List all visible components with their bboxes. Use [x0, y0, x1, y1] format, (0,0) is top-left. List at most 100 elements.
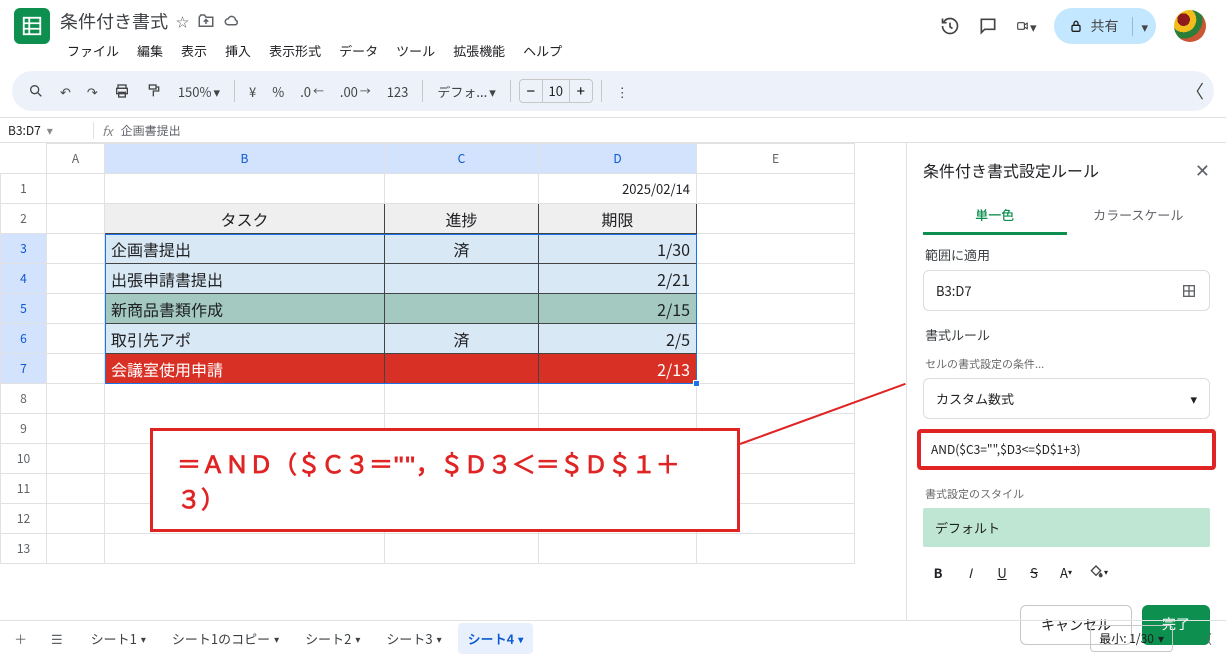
- menu-file[interactable]: ファイル: [60, 38, 126, 63]
- cell-empty[interactable]: [47, 384, 105, 414]
- increase-decimal-icon[interactable]: .00→: [334, 78, 377, 105]
- cell-D1[interactable]: 2025/02/14: [539, 174, 697, 204]
- row-9[interactable]: 9: [1, 414, 47, 444]
- search-icon[interactable]: [22, 79, 50, 103]
- cell-A1[interactable]: [47, 174, 105, 204]
- cell-E2[interactable]: [697, 204, 855, 234]
- cell-B5[interactable]: 新商品書類作成: [105, 294, 385, 324]
- share-button[interactable]: 共有 ▾: [1054, 8, 1156, 44]
- cell-empty[interactable]: [47, 414, 105, 444]
- cell-empty[interactable]: [697, 534, 855, 564]
- cell-C1[interactable]: [385, 174, 539, 204]
- font-select[interactable]: デフォ... ▾: [431, 78, 501, 105]
- sheet-tab-0[interactable]: シート1▾: [81, 623, 156, 654]
- redo-icon[interactable]: ↷: [81, 78, 104, 105]
- sheet-tab-3[interactable]: シート3▾: [376, 623, 451, 654]
- font-size-value[interactable]: 10: [542, 80, 570, 102]
- comment-icon[interactable]: [978, 16, 998, 36]
- row-6[interactable]: 6: [1, 324, 47, 354]
- cell-D5[interactable]: 2/15: [539, 294, 697, 324]
- cell-empty[interactable]: [385, 384, 539, 414]
- menu-view[interactable]: 表示: [174, 38, 214, 63]
- share-dropdown[interactable]: ▾: [1132, 17, 1156, 36]
- sheet-tab-4[interactable]: シート4▾: [458, 623, 534, 654]
- cell-empty[interactable]: [47, 504, 105, 534]
- cell-A5[interactable]: [47, 294, 105, 324]
- cell-B3[interactable]: 企画書提出: [105, 234, 385, 264]
- cell-A2[interactable]: [47, 204, 105, 234]
- all-sheets-icon[interactable]: ☰: [45, 625, 69, 652]
- cloud-icon[interactable]: [223, 12, 241, 30]
- cell-E3[interactable]: [697, 234, 855, 264]
- cell-A6[interactable]: [47, 324, 105, 354]
- tab-single-color[interactable]: 単一色: [923, 197, 1067, 235]
- history-icon[interactable]: [940, 16, 960, 36]
- cell-empty[interactable]: [539, 534, 697, 564]
- row-12[interactable]: 12: [1, 504, 47, 534]
- style-preview[interactable]: デフォルト: [923, 508, 1210, 547]
- font-size-dec[interactable]: −: [520, 80, 542, 102]
- cell-empty[interactable]: [47, 444, 105, 474]
- menu-format[interactable]: 表示形式: [262, 38, 328, 63]
- cell-D2[interactable]: 期限: [539, 204, 697, 234]
- explore-min[interactable]: 最小: 1/30 ▾: [1090, 625, 1173, 652]
- toolbar-collapse-icon[interactable]: 〈: [1186, 78, 1204, 104]
- formula-input[interactable]: AND($C3="",$D3<=$D$1+3): [917, 429, 1216, 470]
- cell-E4[interactable]: [697, 264, 855, 294]
- underline-icon[interactable]: U: [987, 557, 1017, 587]
- star-icon[interactable]: ☆: [176, 12, 189, 31]
- cell-B4[interactable]: 出張申請書提出: [105, 264, 385, 294]
- italic-icon[interactable]: I: [955, 557, 985, 587]
- grid-select-icon[interactable]: [1181, 283, 1197, 299]
- cell-A7[interactable]: [47, 354, 105, 384]
- strike-icon[interactable]: S: [1019, 557, 1049, 587]
- cell-empty[interactable]: [385, 534, 539, 564]
- row-3[interactable]: 3: [1, 234, 47, 264]
- cell-B2[interactable]: タスク: [105, 204, 385, 234]
- sheet-tab-2[interactable]: シート2▾: [295, 623, 370, 654]
- meet-icon[interactable]: ▾: [1016, 16, 1036, 36]
- row-13[interactable]: 13: [1, 534, 47, 564]
- cell-B7[interactable]: 会議室使用申請: [105, 354, 385, 384]
- cell-C6[interactable]: 済: [385, 324, 539, 354]
- tab-color-scale[interactable]: カラースケール: [1067, 197, 1211, 235]
- move-icon[interactable]: [197, 12, 215, 30]
- cell-C4[interactable]: [385, 264, 539, 294]
- add-sheet-icon[interactable]: ＋: [8, 625, 33, 652]
- paint-format-icon[interactable]: [140, 79, 168, 103]
- format-number-icon[interactable]: 123: [381, 78, 415, 105]
- cell-C2[interactable]: 進捗: [385, 204, 539, 234]
- scroll-left-icon[interactable]: 〈: [1193, 625, 1218, 652]
- cell-D4[interactable]: 2/21: [539, 264, 697, 294]
- col-D[interactable]: D: [539, 144, 697, 174]
- row-10[interactable]: 10: [1, 444, 47, 474]
- fill-color-icon[interactable]: ▾: [1083, 557, 1113, 587]
- row-4[interactable]: 4: [1, 264, 47, 294]
- cell-E1[interactable]: [697, 174, 855, 204]
- cell-B6[interactable]: 取引先アポ: [105, 324, 385, 354]
- row-5[interactable]: 5: [1, 294, 47, 324]
- menu-extensions[interactable]: 拡張機能: [446, 38, 512, 63]
- sheet-area[interactable]: A B C D E 12025/02/142タスク進捗期限3企画書提出済1/30…: [0, 143, 906, 620]
- cell-empty[interactable]: [105, 384, 385, 414]
- cell-empty[interactable]: [539, 384, 697, 414]
- zoom-select[interactable]: 150% ▾: [172, 78, 226, 105]
- cell-A3[interactable]: [47, 234, 105, 264]
- col-E[interactable]: E: [697, 144, 855, 174]
- menu-tools[interactable]: ツール: [389, 38, 442, 63]
- text-color-icon[interactable]: A▾: [1051, 557, 1081, 587]
- row-1[interactable]: 1: [1, 174, 47, 204]
- cell-E5[interactable]: [697, 294, 855, 324]
- range-input[interactable]: B3:D7: [923, 270, 1210, 311]
- col-C[interactable]: C: [385, 144, 539, 174]
- doc-title[interactable]: 条件付き書式: [60, 8, 168, 34]
- currency-yen-icon[interactable]: ¥: [243, 78, 262, 105]
- row-8[interactable]: 8: [1, 384, 47, 414]
- col-B[interactable]: B: [105, 144, 385, 174]
- menu-help[interactable]: ヘルプ: [516, 38, 569, 63]
- cell-C5[interactable]: [385, 294, 539, 324]
- cell-B1[interactable]: [105, 174, 385, 204]
- decrease-decimal-icon[interactable]: .0←: [294, 78, 330, 105]
- row-7[interactable]: 7: [1, 354, 47, 384]
- row-11[interactable]: 11: [1, 474, 47, 504]
